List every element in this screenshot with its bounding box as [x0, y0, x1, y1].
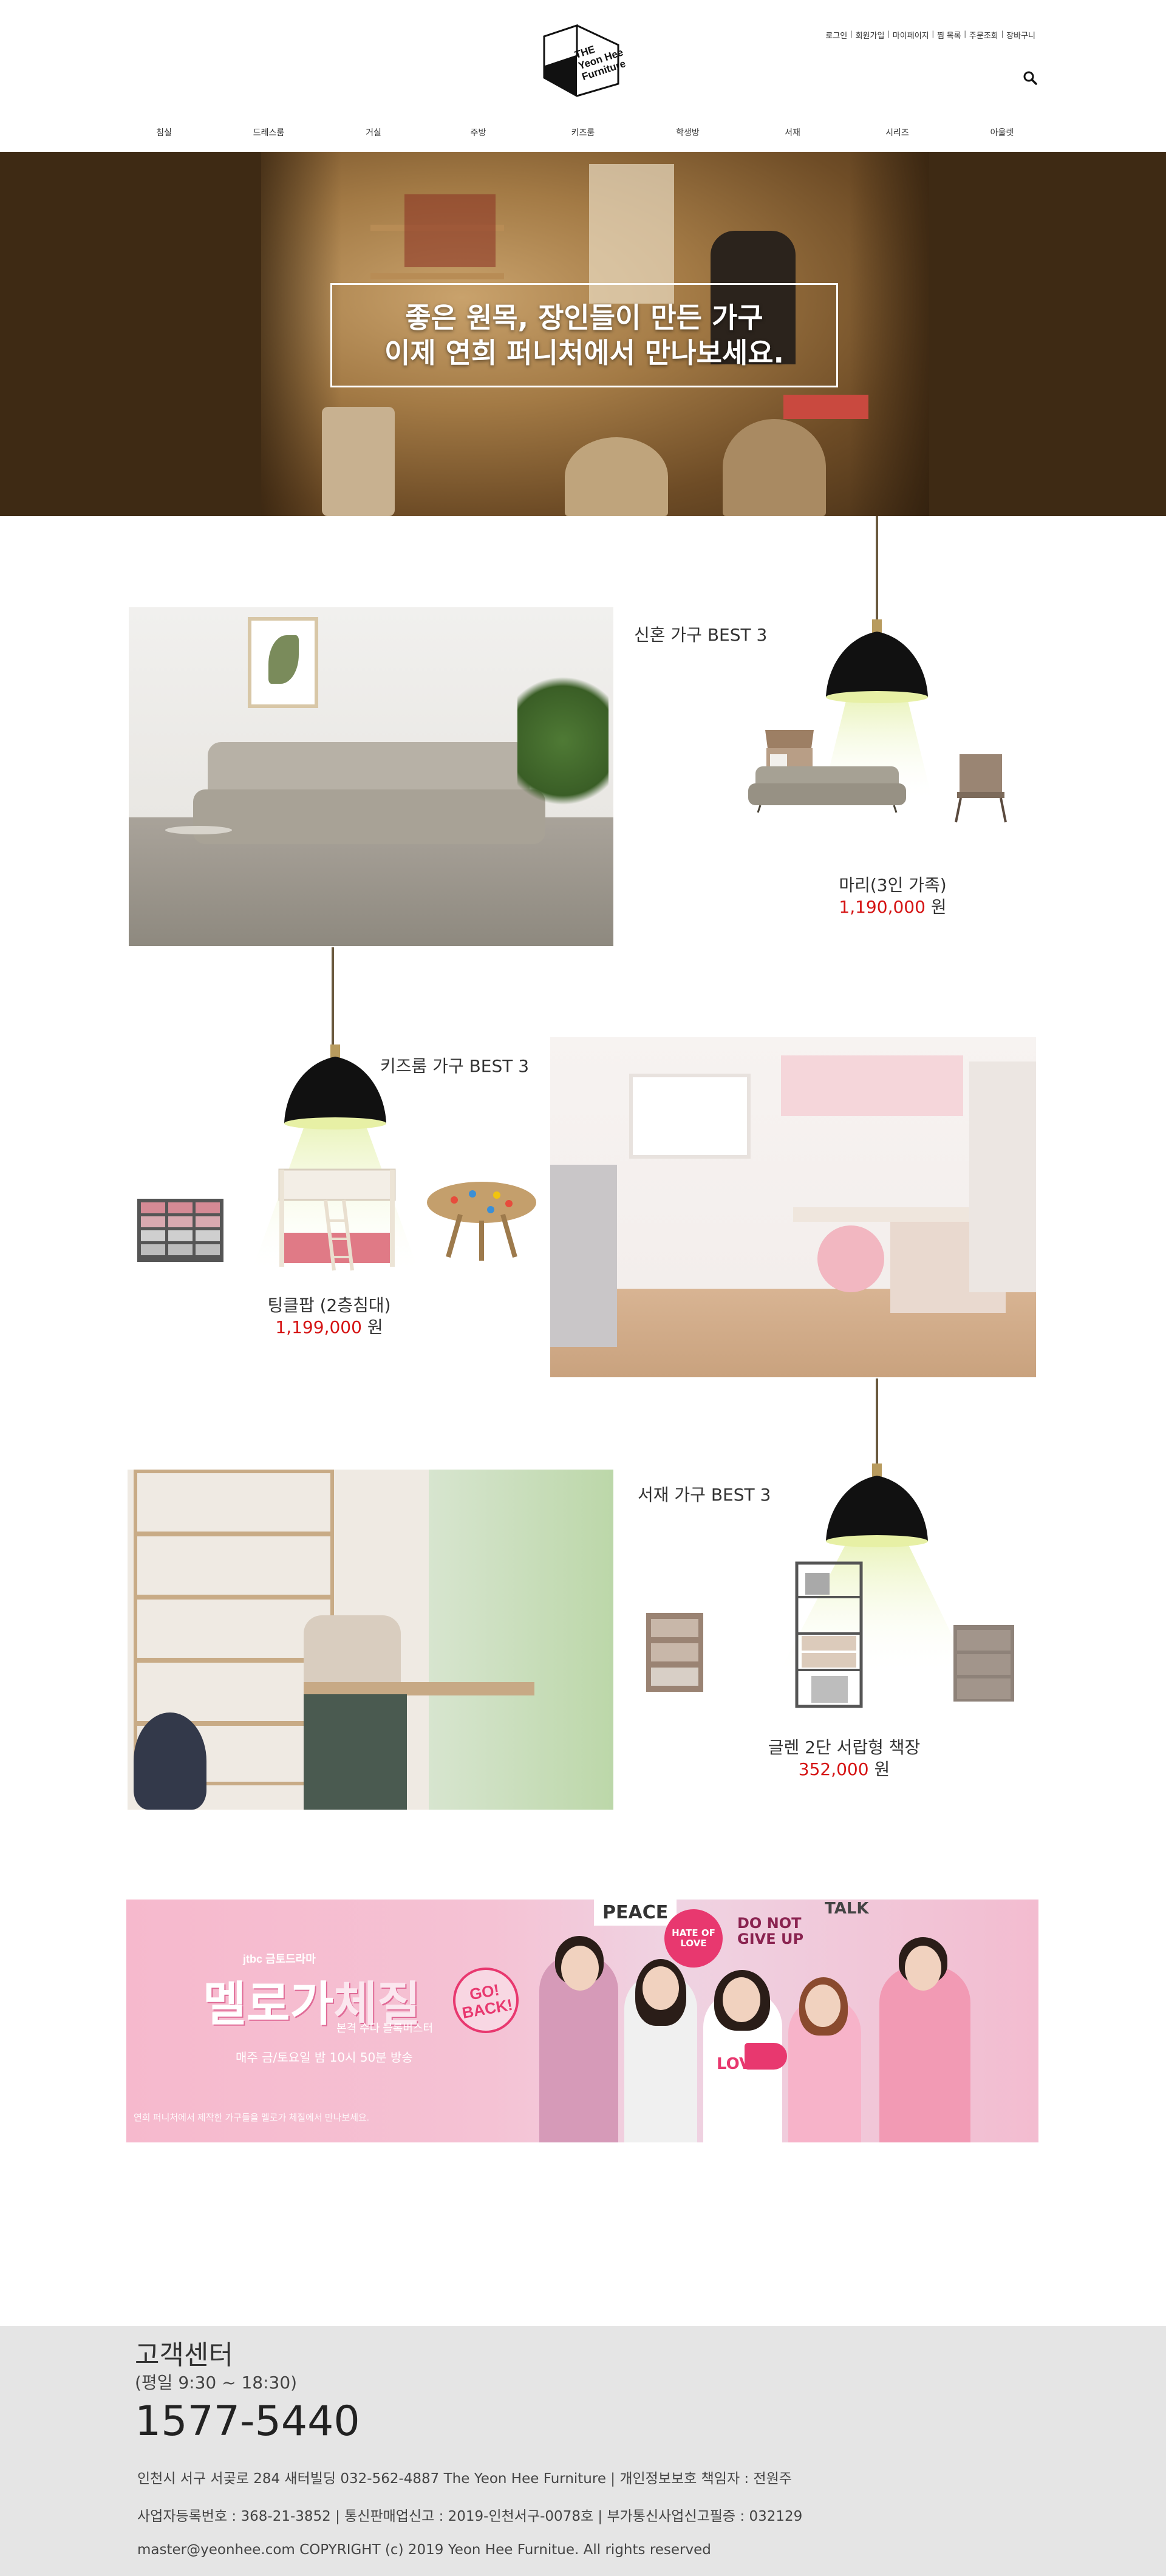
study-room-photo[interactable]: [128, 1470, 613, 1810]
plant-shape: [517, 662, 609, 820]
peace-sign: PEACE: [594, 1900, 677, 1926]
product-price: 1,190,000 원: [741, 894, 1045, 918]
red-table-shape: [783, 395, 868, 419]
nav-outlet[interactable]: 아울렛: [960, 126, 1045, 138]
hero-text-box: 좋은 원목, 장인들이 만든 가구 이제 연희 퍼니처에서 만나보세요.: [330, 283, 838, 387]
window-shape: [629, 1074, 751, 1159]
hero-line-2: 이제 연희 퍼니처에서 만나보세요.: [384, 336, 784, 369]
books-shape: [404, 194, 496, 267]
hero-banner: 좋은 원목, 장인들이 만든 가구 이제 연희 퍼니처에서 만나보세요.: [0, 152, 1166, 516]
face-shape: [805, 1985, 840, 2027]
signup-link[interactable]: 회원가입: [853, 29, 888, 41]
stump-shape: [565, 437, 668, 516]
nav-series[interactable]: 시리즈: [855, 126, 940, 138]
stool-shape: [134, 1712, 206, 1810]
bookcase-thumb-image[interactable]: [641, 1610, 708, 1702]
desk-cabinet-shape: [304, 1694, 407, 1810]
product-name[interactable]: 마리(3인 가족): [741, 872, 1045, 896]
hate-of-love-sign: HATE OF LOVE: [664, 1909, 723, 1968]
footer-address: 인천시 서구 서곶로 284 새터빌딩 032-562-4887 The Yeo…: [137, 2471, 792, 2487]
site-header: THE Yeon Hee Furniture 로그인 | 회원가입 | 마이페이지 |…: [0, 0, 1166, 152]
megaphone-shape: [745, 2043, 787, 2070]
banner-copy: 연희 퍼니처에서 제작한 가구들을 멜로가 체질에서 만나보세요.: [134, 2113, 369, 2123]
lamp-cord: [876, 516, 878, 625]
face-shape: [905, 1946, 941, 1991]
utility-links: 로그인 | 회원가입 | 마이페이지 | 찜 목록 | 주문조회 | 장바구니: [822, 29, 1038, 41]
section-title-kids: 키즈룸 가구 BEST 3: [380, 1056, 530, 1076]
nav-kidsroom[interactable]: 키즈룸: [540, 126, 626, 138]
cart-link[interactable]: 장바구니: [1003, 29, 1038, 41]
desk-top-shape: [304, 1682, 534, 1695]
cast-member: [879, 1966, 970, 2142]
banner-subtitle: 본격 수다 블록버스터: [336, 2022, 434, 2034]
nav-student-room[interactable]: 학생방: [646, 126, 731, 138]
face-shape: [643, 1966, 679, 2010]
section-title-newlywed: 신혼 가구 BEST 3: [634, 625, 768, 645]
nav-study[interactable]: 서재: [750, 126, 835, 138]
nav-bedroom[interactable]: 침실: [121, 126, 206, 138]
price-value: 352,000: [798, 1759, 869, 1779]
bookshelf-shape: [969, 1061, 1036, 1292]
site-logo[interactable]: THE Yeon Hee Furniture: [539, 23, 630, 98]
shelf-shape: [370, 273, 504, 279]
drawer-cabinet-thumb-image[interactable]: [950, 1621, 1018, 1706]
hutch-shape: [781, 1055, 963, 1116]
price-value: 1,199,000: [275, 1317, 362, 1337]
product-name[interactable]: 팅클팝 (2층침대): [177, 1292, 481, 1317]
kids-room-photo[interactable]: [550, 1037, 1036, 1377]
banner-brand: jtbc 금토드라마: [243, 1953, 316, 1965]
talk-sign: TALK: [825, 1900, 869, 1918]
stump-shape: [322, 407, 395, 516]
face-shape: [561, 1946, 599, 1991]
login-link[interactable]: 로그인: [822, 29, 850, 41]
main-nav: 침실 드레스룸 거실 주방 키즈룸 학생방 서재 시리즈 아울렛: [121, 126, 1045, 138]
drawer-unit-thumb-image[interactable]: [136, 1198, 225, 1264]
footer-copyright: master@yeonhee.com COPYRIGHT (c) 2019 Ye…: [137, 2542, 711, 2558]
customer-center-hours: (평일 9:30 ~ 18:30): [135, 2373, 298, 2393]
nav-dressroom[interactable]: 드레스룸: [227, 126, 312, 138]
search-icon[interactable]: [1023, 70, 1037, 85]
hero-line-1: 좋은 원목, 장인들이 만든 가구: [405, 301, 763, 334]
sofa-seat-shape: [193, 789, 545, 844]
price-unit: 원: [930, 897, 947, 917]
wishlist-link[interactable]: 찜 목록: [934, 29, 964, 41]
footer-business-info: 사업자등록번호 : 368-21-3852 | 통신판매업신고 : 2019-인…: [137, 2509, 803, 2524]
nav-kitchen[interactable]: 주방: [436, 126, 521, 138]
glen-bookshelf-thumb-image[interactable]: [793, 1561, 865, 1712]
nav-living[interactable]: 거실: [331, 126, 416, 138]
order-lookup-link[interactable]: 주문조회: [966, 29, 1001, 41]
price-unit: 원: [874, 1759, 890, 1779]
wardrobe-shape: [550, 1165, 617, 1347]
bunk-bed-thumb-image[interactable]: [273, 1166, 401, 1275]
product-price: 1,199,000 원: [177, 1314, 481, 1338]
chair-shape: [817, 1225, 884, 1292]
price-unit: 원: [367, 1317, 383, 1337]
product-price: 352,000 원: [692, 1756, 996, 1780]
toy-table-thumb-image[interactable]: [424, 1172, 539, 1263]
newlywed-room-photo[interactable]: [129, 607, 613, 946]
do-not-give-up-sign: DO NOT GIVE UP: [737, 1915, 804, 1947]
stump-shape: [723, 419, 826, 516]
sofa-thumb-image[interactable]: [748, 759, 906, 814]
customer-center-phone[interactable]: 1577-5440: [135, 2397, 360, 2445]
mypage-link[interactable]: 마이페이지: [890, 29, 932, 41]
go-back-badge: GO! BACK!: [448, 1962, 524, 2039]
customer-center-title: 고객센터: [135, 2340, 233, 2371]
banner-airtime: 매주 금/토요일 밤 10시 50분 방송: [236, 2050, 413, 2065]
lamp-cord: [332, 947, 334, 1051]
lamp-cord: [876, 1378, 878, 1470]
banner-title-a: 멜로가: [203, 1977, 334, 2032]
price-value: 1,190,000: [839, 897, 926, 917]
desk-thumb-image[interactable]: [947, 751, 1014, 823]
side-table-shape: [165, 826, 232, 834]
site-footer: 고객센터 (평일 9:30 ~ 18:30) 1577-5440 인천시 서구 …: [0, 2326, 1166, 2576]
drama-promo-banner[interactable]: jtbc 금토드라마 멜로가체질 본격 수다 블록버스터 매주 금/토요일 밤 …: [126, 1900, 1038, 2142]
face-shape: [723, 1977, 760, 2022]
product-name[interactable]: 글렌 2단 서랍형 책장: [692, 1734, 996, 1759]
